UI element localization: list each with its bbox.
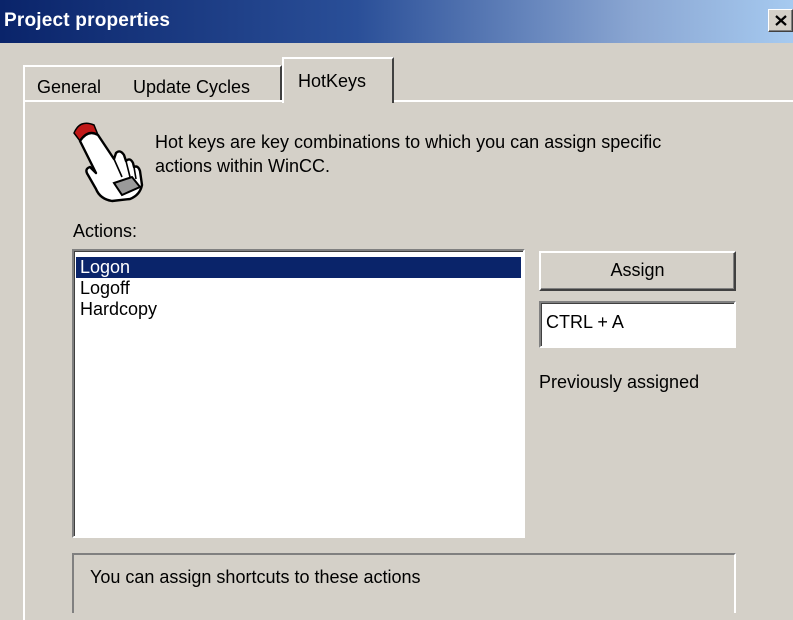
list-item-hardcopy[interactable]: Hardcopy bbox=[76, 299, 521, 320]
window-title: Project properties bbox=[4, 10, 171, 31]
assign-button[interactable]: Assign bbox=[539, 251, 736, 291]
previously-assigned-label: Previously assigned bbox=[539, 372, 700, 392]
tab-hotkeys-label: HotKeys bbox=[298, 71, 367, 91]
close-icon bbox=[775, 15, 787, 26]
tab-hotkeys[interactable]: HotKeys bbox=[282, 57, 394, 103]
close-button[interactable] bbox=[768, 9, 793, 32]
status-message: You can assign shortcuts to these action… bbox=[72, 553, 736, 613]
hand-pointer-icon bbox=[70, 115, 150, 203]
tab-general[interactable]: General bbox=[23, 65, 121, 101]
tab-update-cycles[interactable]: Update Cycles bbox=[119, 65, 282, 101]
actions-listbox[interactable]: Logon Logoff Hardcopy bbox=[72, 249, 525, 538]
tab-update-cycles-label: Update Cycles bbox=[133, 77, 251, 97]
list-item-logoff[interactable]: Logoff bbox=[76, 278, 521, 299]
actions-label: Actions: bbox=[73, 221, 138, 241]
hotkey-input[interactable]: CTRL + A bbox=[539, 301, 736, 348]
tab-general-label: General bbox=[37, 77, 102, 97]
hotkeys-description: Hot keys are key combinations to which y… bbox=[155, 132, 662, 176]
title-bar: Project properties bbox=[0, 0, 793, 43]
list-item-logon[interactable]: Logon bbox=[76, 257, 521, 278]
